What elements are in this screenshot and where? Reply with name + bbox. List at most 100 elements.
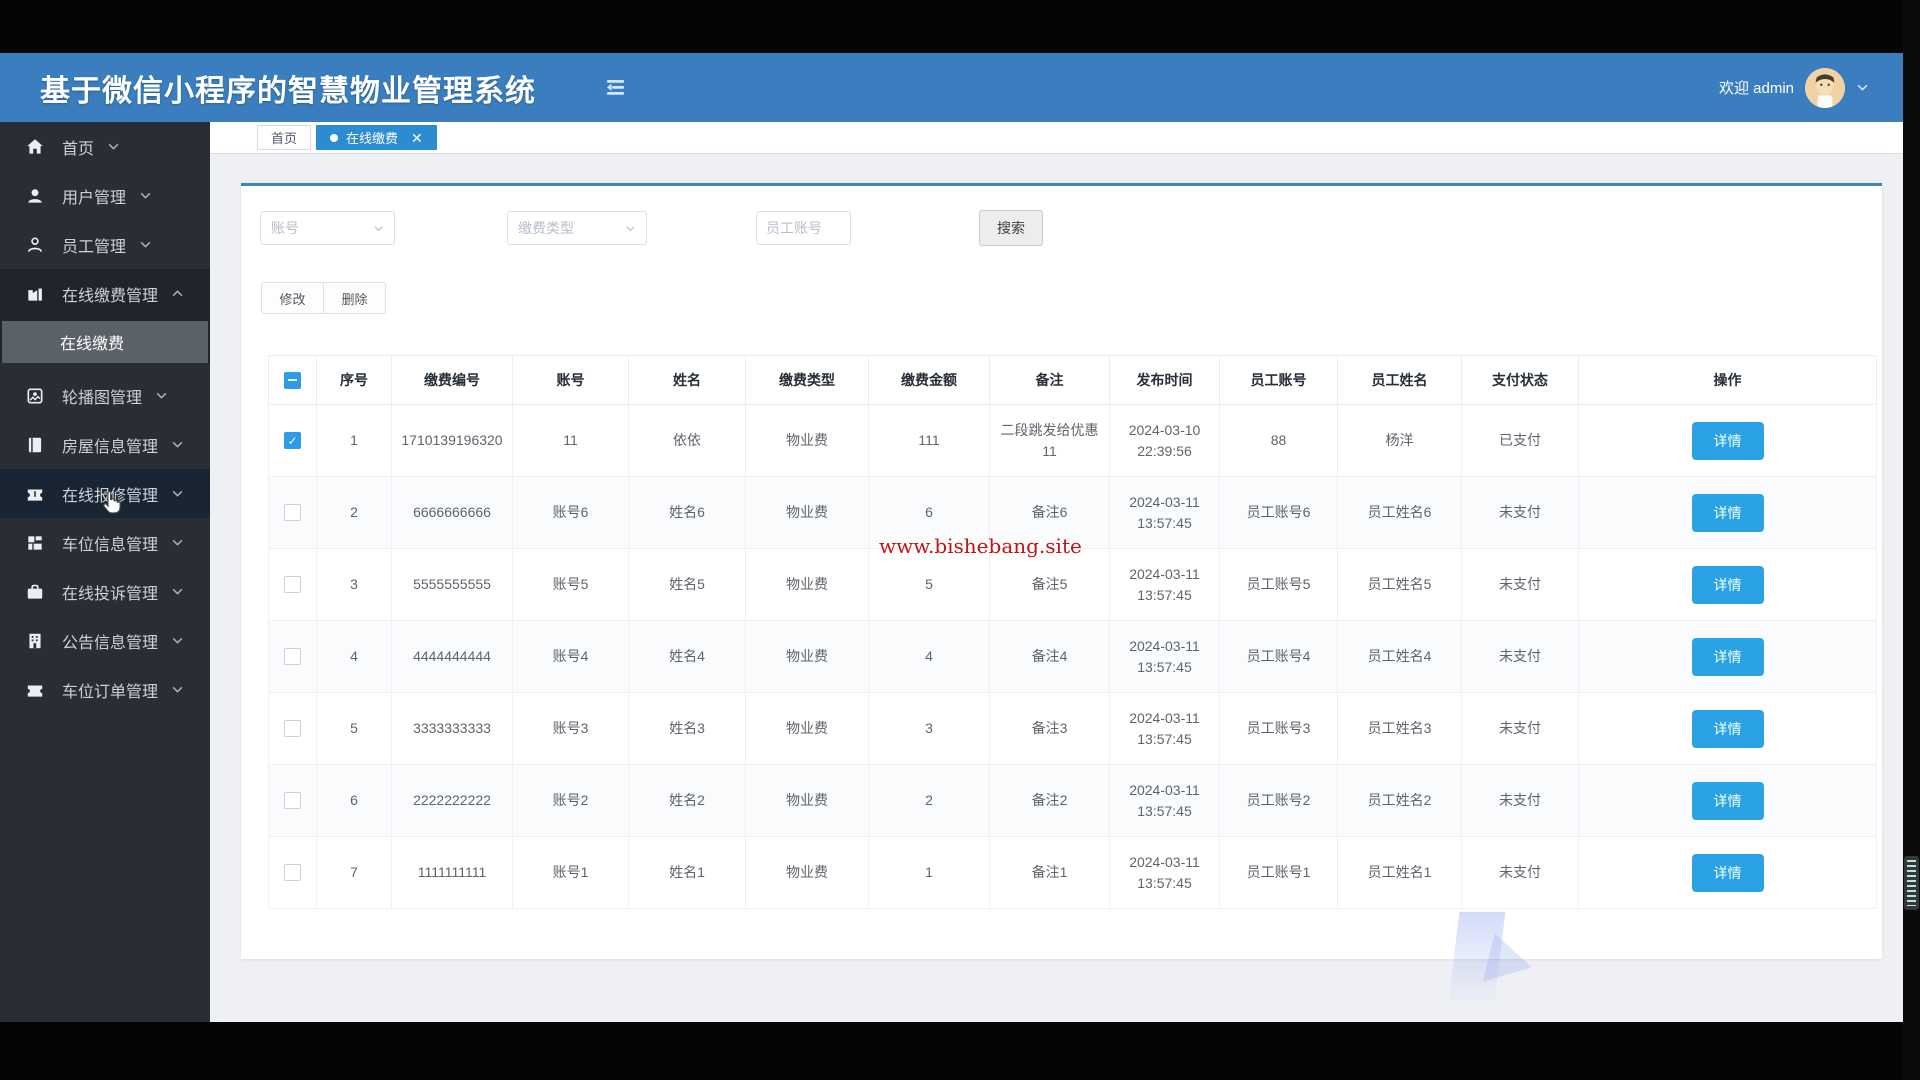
repair-icon: [25, 484, 45, 504]
cell-publish_time: 2024-03-11 13:57:45: [1109, 548, 1220, 621]
sidebar-item-label: 在线缴费管理: [62, 287, 159, 305]
search-button[interactable]: 搜索: [979, 210, 1043, 246]
tab-online-payment[interactable]: 在线缴费 ✕: [316, 125, 437, 150]
header-cell-4: 缴费类型: [745, 355, 869, 405]
select-all-checkbox[interactable]: [284, 371, 301, 389]
sidebar-item-4[interactable]: 轮播图管理: [0, 371, 210, 420]
chevron-down-icon: [139, 189, 152, 202]
cell-employee_name: 员工姓名2: [1337, 764, 1462, 837]
payment-icon: [25, 284, 45, 304]
detail-button[interactable]: 详情: [1691, 637, 1764, 676]
cell-pay_status: 未支付: [1461, 836, 1579, 909]
cell-fee_type: 物业费: [745, 404, 869, 477]
header-cell-3: 姓名: [628, 355, 746, 405]
fee-type-select-placeholder: 缴费类型: [518, 220, 574, 236]
table-row: 4 4444444444 账号4 姓名4 物业费 4 备注4 2024-03-11 13:57…: [268, 620, 1877, 693]
cell-remark: 二段跳发给优惠11: [989, 404, 1110, 477]
cell-action: 详情: [1578, 476, 1877, 549]
cell-payment_no: 2222222222: [391, 764, 513, 837]
cell-payment_no: 1111111111: [391, 836, 513, 909]
cell-name: 姓名2: [628, 764, 746, 837]
row-checkbox[interactable]: [284, 792, 301, 809]
screen-edge-widget: [1904, 856, 1919, 910]
tab-close-icon[interactable]: ✕: [411, 131, 423, 145]
sidebar-item-5[interactable]: 房屋信息管理: [0, 420, 210, 469]
sidebar-nav: 首页用户管理员工管理在线缴费管理在线缴费轮播图管理 房屋信息管理 在线报修管理 车位信…: [0, 122, 210, 1022]
delete-button[interactable]: 删除: [323, 282, 386, 314]
cell-pay_status: 未支付: [1461, 476, 1579, 549]
cell-fee_type: 物业费: [745, 476, 869, 549]
cell-checkbox: [268, 692, 317, 765]
cell-employee_name: 杨洋: [1337, 404, 1462, 477]
detail-button[interactable]: 详情: [1691, 493, 1764, 532]
cell-action: 详情: [1578, 620, 1877, 693]
sidebar-item-1[interactable]: 用户管理: [0, 171, 210, 220]
cell-seq: 1: [316, 404, 392, 477]
cell-employee_name: 员工姓名4: [1337, 620, 1462, 693]
cell-pay_status: 未支付: [1461, 620, 1579, 693]
sidebar-item-8[interactable]: 在线投诉管理: [0, 567, 210, 616]
cell-remark: 备注5: [989, 548, 1110, 621]
detail-button[interactable]: 详情: [1691, 781, 1764, 820]
detail-button[interactable]: 详情: [1691, 709, 1764, 748]
row-checkbox[interactable]: [284, 576, 301, 593]
sidebar-subitem-在线缴费[interactable]: 在线缴费: [2, 321, 208, 363]
sidebar-collapse-icon[interactable]: [602, 77, 629, 98]
sidebar-item-9[interactable]: 公告信息管理: [0, 616, 210, 665]
employee-account-input[interactable]: [756, 211, 851, 245]
sidebar-item-label: 首页: [62, 140, 95, 158]
account-select[interactable]: 账号: [260, 211, 395, 245]
cell-name: 依依: [628, 404, 746, 477]
cell-publish_time: 2024-03-11 13:57:45: [1109, 620, 1220, 693]
detail-button[interactable]: 详情: [1691, 853, 1764, 892]
sidebar-item-7[interactable]: 车位信息管理: [0, 518, 210, 567]
sidebar-item-6[interactable]: 在线报修管理: [0, 469, 210, 518]
cell-action: 详情: [1578, 836, 1877, 909]
cell-seq: 4: [316, 620, 392, 693]
sidebar-item-10[interactable]: 车位订单管理: [0, 665, 210, 714]
detail-button[interactable]: 详情: [1691, 565, 1764, 604]
chevron-down-icon: [625, 223, 636, 234]
cell-payment_no: 1710139196320: [391, 404, 513, 477]
cell-publish_time: 2024-03-11 13:57:45: [1109, 836, 1220, 909]
cell-fee_type: 物业费: [745, 692, 869, 765]
sidebar-item-3[interactable]: 在线缴费管理: [0, 269, 210, 318]
cell-remark: 备注1: [989, 836, 1110, 909]
account-select-placeholder: 账号: [271, 220, 299, 236]
tab-home-label: 首页: [271, 131, 298, 146]
cell-amount: 4: [868, 620, 990, 693]
sidebar-item-label: 用户管理: [62, 189, 127, 207]
row-checkbox[interactable]: [284, 648, 301, 665]
header-cell-10: 支付状态: [1461, 355, 1579, 405]
cell-publish_time: 2024-03-11 13:57:45: [1109, 692, 1220, 765]
cell-employee_account: 88: [1219, 404, 1338, 477]
table-header-row: 序号 缴费编号 账号 姓名 缴费类型 缴费金额 备注 发布时间 员工账号 员工姓名 支付状态 操作: [268, 355, 1877, 405]
sidebar-item-2[interactable]: 员工管理: [0, 220, 210, 269]
cell-employee_name: 员工姓名6: [1337, 476, 1462, 549]
detail-button[interactable]: 详情: [1691, 421, 1764, 460]
edit-button[interactable]: 修改: [261, 282, 324, 314]
cell-name: 姓名5: [628, 548, 746, 621]
avatar[interactable]: [1805, 67, 1845, 108]
cell-amount: 2: [868, 764, 990, 837]
cell-checkbox: ✓: [268, 404, 317, 477]
chevron-down-icon: [155, 389, 168, 402]
fee-type-select[interactable]: 缴费类型: [507, 211, 647, 245]
row-checkbox[interactable]: [284, 864, 301, 881]
sidebar-item-0[interactable]: 首页: [0, 122, 210, 171]
user-menu-chevron-down-icon[interactable]: [1856, 81, 1869, 94]
chevron-down-icon: [171, 536, 184, 549]
chevron-down-icon: [171, 487, 184, 500]
cell-name: 姓名6: [628, 476, 746, 549]
cell-action: 详情: [1578, 404, 1877, 477]
chevron-down-icon: [171, 683, 184, 696]
tab-home[interactable]: 首页: [257, 125, 312, 150]
header-cell-0: 序号: [316, 355, 392, 405]
row-checkbox[interactable]: [284, 504, 301, 521]
cell-employee_name: 员工姓名3: [1337, 692, 1462, 765]
row-checkbox[interactable]: ✓: [284, 432, 301, 449]
row-checkbox[interactable]: [284, 720, 301, 737]
header-cell-6: 备注: [989, 355, 1110, 405]
tab-online-payment-label: 在线缴费: [346, 131, 399, 146]
chevron-up-icon: [171, 287, 184, 300]
